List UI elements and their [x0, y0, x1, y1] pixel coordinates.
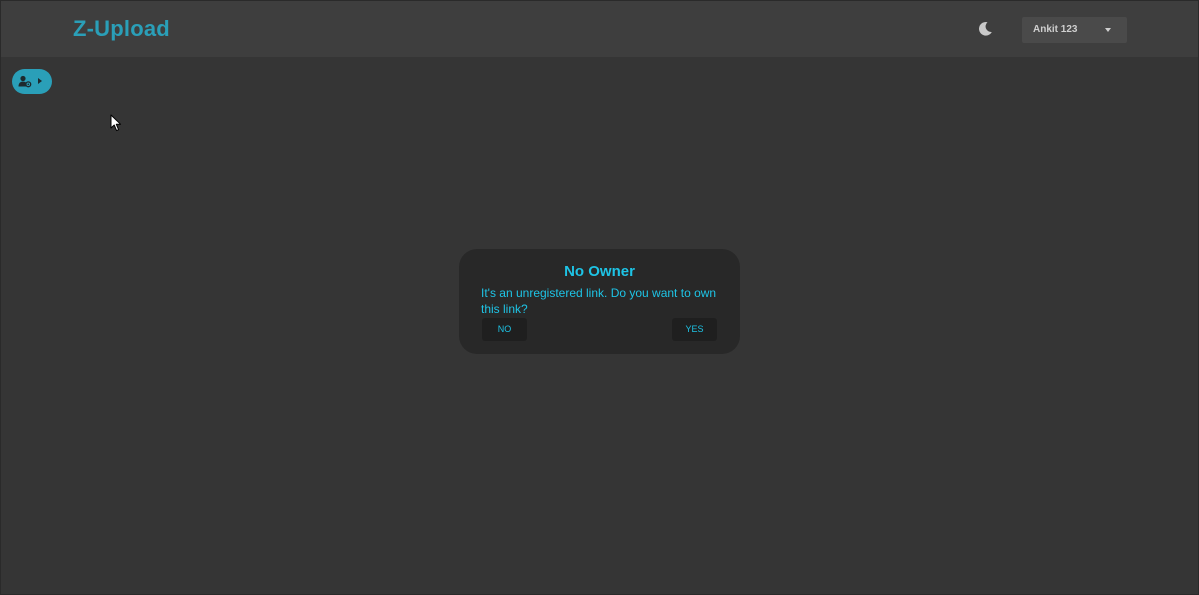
caret-right-icon — [38, 78, 42, 84]
user-menu-dropdown[interactable]: Ankit 123 — [1022, 17, 1127, 43]
theme-toggle-button[interactable] — [975, 19, 995, 39]
sidebar-toggle-button[interactable] — [12, 69, 52, 94]
people-settings-icon — [18, 75, 32, 88]
no-owner-dialog: No Owner It's an unregistered link. Do y… — [459, 249, 740, 354]
username-label: Ankit 123 — [1033, 24, 1078, 35]
dialog-title: No Owner — [564, 263, 635, 280]
yes-button[interactable]: YES — [672, 318, 717, 341]
caret-down-icon — [1105, 28, 1111, 32]
top-header: Z-Upload Ankit 123 — [1, 1, 1198, 57]
app-title[interactable]: Z-Upload — [73, 16, 170, 42]
moon-icon — [979, 21, 992, 36]
no-button[interactable]: NO — [482, 318, 527, 341]
dialog-message: It's an unregistered link. Do you want t… — [481, 286, 717, 316]
mouse-pointer-icon — [110, 114, 122, 132]
